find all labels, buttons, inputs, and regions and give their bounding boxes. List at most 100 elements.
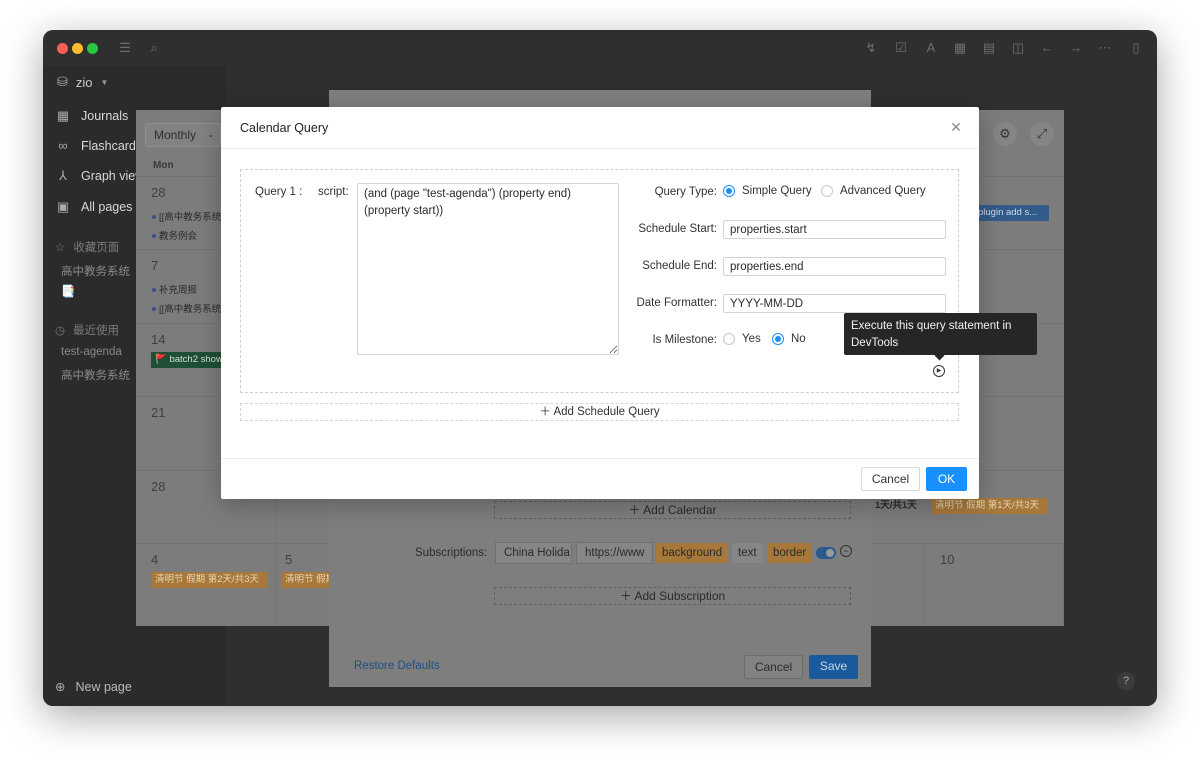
search-icon[interactable]: ⌕	[146, 40, 162, 56]
script-textarea[interactable]: (and (page "test-agenda") (property end)…	[357, 183, 619, 355]
event-label: 补充周报	[159, 285, 198, 296]
background-color-tag[interactable]: background	[656, 543, 729, 563]
remove-circle-icon[interactable]: −	[840, 545, 852, 557]
toolbar-plugin-icon[interactable]: ↯	[863, 40, 879, 56]
calendar-alt-icon[interactable]: ▤	[981, 40, 997, 56]
todo-icon[interactable]: ☑	[893, 40, 909, 56]
add-calendar-label: Add Calendar	[643, 503, 717, 517]
radio-milestone-yes[interactable]: Yes	[723, 333, 761, 345]
restore-defaults-link[interactable]: Restore Defaults	[354, 660, 440, 672]
forward-arrow-icon[interactable]: →	[1068, 40, 1084, 56]
sidebar-toggle-icon[interactable]: ☰	[117, 40, 133, 56]
new-page-button[interactable]: ⊕ New page	[55, 679, 132, 695]
event-bar-holiday[interactable]: 1天/共1天	[871, 498, 923, 514]
settings-gear-icon[interactable]: ⚙	[993, 122, 1017, 146]
workspace-name: zio	[75, 74, 93, 90]
sidebar-item-flashcards[interactable]: ∞ Flashcards	[55, 138, 142, 153]
query-block: Query 1 : script: (and (page "test-agend…	[240, 169, 959, 393]
fullscreen-icon[interactable]: ⤢	[1030, 122, 1054, 146]
event-item[interactable]: 教务例会	[152, 228, 197, 242]
sidebar-item-all-pages[interactable]: ▣ All pages	[55, 199, 133, 215]
chevron-down-icon: ▼	[100, 77, 109, 87]
plus-icon: ＋	[628, 503, 641, 517]
add-calendar-button[interactable]: ＋ Add Calendar	[494, 501, 851, 519]
run-query-tooltip: Execute this query statement in DevTools	[844, 313, 1037, 355]
favorites-section-title[interactable]: ☆ 收藏页面	[55, 239, 119, 255]
minimize-window-button[interactable]	[72, 43, 83, 54]
radio-advanced-query[interactable]: Advanced Query	[821, 185, 926, 197]
close-icon[interactable]: ✕	[949, 120, 963, 134]
event-item[interactable]: [[高中教务系统	[152, 301, 221, 315]
sidebar-item-journals[interactable]: ▦ Journals	[55, 108, 128, 124]
radio-checked-icon	[723, 185, 735, 197]
radio-label: No	[791, 333, 806, 345]
favorite-item[interactable]: 高中教务系统	[61, 263, 130, 279]
cancel-button[interactable]: Cancel	[861, 467, 920, 491]
settings-cancel-button[interactable]: Cancel	[744, 655, 803, 679]
day-number: 10	[940, 552, 955, 567]
translate-icon[interactable]: A	[923, 40, 939, 56]
close-window-button[interactable]	[57, 43, 68, 54]
query-label: Query 1 :	[255, 186, 303, 198]
subscriptions-label: Subscriptions:	[415, 547, 488, 559]
favorite-item[interactable]: 📑	[61, 284, 75, 298]
add-subscription-button[interactable]: ＋ Add Subscription	[494, 587, 851, 605]
event-item[interactable]: [[高中教务系统	[152, 209, 221, 223]
divider	[221, 458, 979, 459]
workspace-selector[interactable]: ⛁ zio ▼	[57, 74, 108, 90]
help-button[interactable]: ?	[1117, 672, 1135, 690]
date-formatter-input[interactable]	[723, 294, 946, 313]
dialog-title: Calendar Query	[240, 121, 329, 135]
subscription-toggle[interactable]	[816, 547, 836, 559]
radio-label: Advanced Query	[840, 185, 926, 197]
schedule-end-input[interactable]	[723, 257, 946, 276]
event-bar-holiday[interactable]: 清明节 假期 第1天/共3天	[931, 498, 1048, 514]
calendar-icon: ▦	[56, 108, 70, 123]
recent-item[interactable]: test-agenda	[61, 346, 122, 358]
event-bar-plugin[interactable]: plugin add s...	[974, 205, 1049, 221]
border-color-tag[interactable]: border	[767, 543, 813, 563]
event-bar-holiday[interactable]: 清明节 假期	[281, 572, 330, 588]
recent-section-title[interactable]: ◷ 最近使用	[55, 322, 119, 338]
radio-checked-icon	[772, 333, 784, 345]
play-circle-icon[interactable]: ▶	[933, 365, 945, 377]
day-number: 28	[151, 185, 166, 200]
add-schedule-query-button[interactable]: ＋ Add Schedule Query	[240, 403, 959, 421]
sidebar-item-label: All pages	[81, 200, 133, 214]
event-label: 教务例会	[159, 231, 198, 242]
subscription-url-input[interactable]: https://www	[576, 542, 653, 564]
recent-item[interactable]: 高中教务系统	[61, 367, 130, 383]
infinity-icon: ∞	[58, 138, 68, 153]
day-cell[interactable]: 10	[924, 544, 1064, 626]
right-sidebar-icon[interactable]: ▯	[1128, 40, 1144, 56]
calendar-icon[interactable]: ▦	[952, 40, 968, 56]
event-item[interactable]: 补充周报	[152, 282, 197, 296]
event-bar-holiday[interactable]: 清明节 假期 第2天/共3天	[151, 572, 268, 588]
graph-icon: ⅄	[59, 168, 67, 183]
zoom-window-button[interactable]	[87, 43, 98, 54]
recent-title: 最近使用	[73, 325, 120, 337]
more-icon[interactable]: ⋯	[1097, 40, 1113, 56]
favorites-title: 收藏页面	[73, 242, 120, 254]
divider	[221, 148, 979, 149]
sidebar-item-graph-view[interactable]: ⅄ Graph view	[55, 168, 144, 184]
subscription-name-input[interactable]: China Holida	[495, 542, 572, 564]
settings-save-button[interactable]: Save	[809, 655, 858, 679]
ok-button[interactable]: OK	[926, 467, 967, 491]
view-select[interactable]: Monthly ⌄	[145, 123, 221, 147]
radio-unchecked-icon	[723, 333, 735, 345]
sidebar-item-label: Graph view	[81, 169, 145, 183]
script-label: script:	[318, 186, 349, 198]
event-label: [[高中教务系统	[159, 212, 222, 223]
back-arrow-icon[interactable]: ←	[1039, 40, 1055, 56]
view-select-value: Monthly	[154, 128, 197, 142]
radio-simple-query[interactable]: Simple Query	[723, 185, 812, 197]
title-bar: ☰ ⌕ ↯ ☑ A ▦ ▤ ◫ ← → ⋯ ▯	[43, 30, 1157, 66]
radio-milestone-no[interactable]: No	[772, 333, 806, 345]
schedule-start-input[interactable]	[723, 220, 946, 239]
weekday-label: Mon	[153, 160, 174, 171]
chevron-down-icon: ⌄	[207, 130, 214, 139]
clock-icon: ◷	[55, 325, 66, 337]
cube-icon[interactable]: ◫	[1010, 40, 1026, 56]
text-color-tag[interactable]: text	[732, 543, 763, 563]
